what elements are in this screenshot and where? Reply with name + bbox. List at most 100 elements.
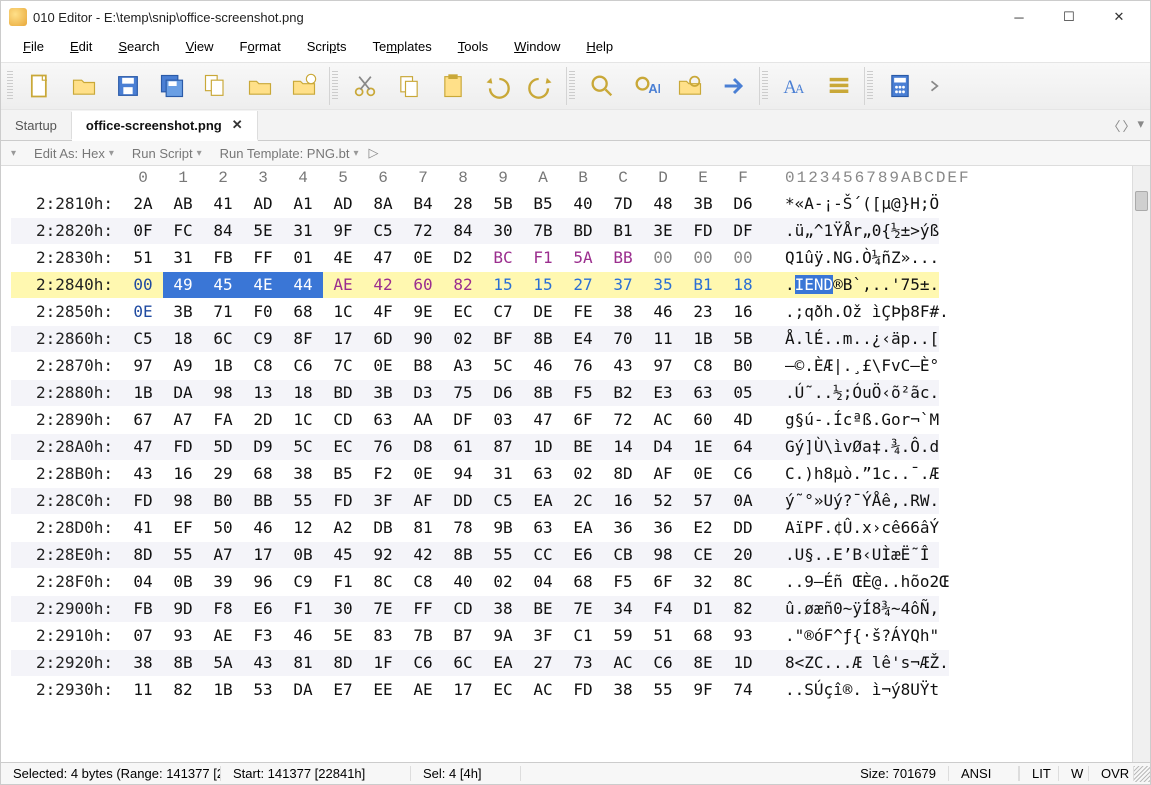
byte-cell[interactable]: 17 bbox=[443, 677, 483, 703]
byte-cell[interactable]: 8B bbox=[443, 542, 483, 568]
ascii-cell[interactable]: C.)h8µò.”1c..¯.Æ bbox=[763, 461, 939, 487]
byte-cell[interactable]: E3 bbox=[643, 380, 683, 406]
byte-cell[interactable]: 11 bbox=[643, 326, 683, 352]
byte-cell[interactable]: 68 bbox=[563, 569, 603, 595]
byte-cell[interactable]: A9 bbox=[163, 353, 203, 379]
paste-button[interactable] bbox=[434, 67, 472, 105]
byte-cell[interactable]: C5 bbox=[363, 218, 403, 244]
hex-row[interactable]: 2:2850h:0E3B71F0681C4F9EECC7DEFE38462316… bbox=[1, 298, 1132, 325]
byte-cell[interactable]: 27 bbox=[523, 650, 563, 676]
ascii-cell[interactable]: g§ú-.Ícªß.Gor¬`M bbox=[763, 407, 939, 433]
byte-cell[interactable]: FD bbox=[163, 434, 203, 460]
toggle-addresses-button[interactable] bbox=[820, 67, 858, 105]
byte-cell[interactable]: 1D bbox=[723, 650, 763, 676]
byte-cell[interactable]: BF bbox=[483, 326, 523, 352]
ascii-cell[interactable]: 8<ZC...Æ lê's¬ÆŽ. bbox=[763, 650, 949, 676]
byte-cell[interactable]: 31 bbox=[163, 245, 203, 271]
byte-cell[interactable]: 60 bbox=[403, 272, 443, 298]
byte-cell[interactable]: E7 bbox=[323, 677, 363, 703]
byte-cell[interactable]: DB bbox=[363, 515, 403, 541]
hex-row[interactable]: 2:2900h:FB9DF8E6F1307EFFCD38BE7E34F4D182… bbox=[1, 595, 1132, 622]
byte-cell[interactable]: A7 bbox=[203, 542, 243, 568]
byte-cell[interactable]: 1B bbox=[203, 677, 243, 703]
byte-cell[interactable]: FB bbox=[123, 596, 163, 622]
byte-cell[interactable]: 63 bbox=[523, 461, 563, 487]
status-encoding[interactable]: ANSI bbox=[949, 766, 1019, 781]
byte-cell[interactable]: BD bbox=[563, 218, 603, 244]
byte-cell[interactable]: 18 bbox=[283, 380, 323, 406]
byte-cell[interactable]: AB bbox=[163, 191, 203, 217]
byte-cell[interactable]: 5E bbox=[243, 218, 283, 244]
byte-cell[interactable]: 13 bbox=[243, 380, 283, 406]
byte-cell[interactable]: 6F bbox=[563, 407, 603, 433]
byte-cell[interactable]: B1 bbox=[603, 218, 643, 244]
byte-cell[interactable]: BE bbox=[563, 434, 603, 460]
hex-row[interactable]: 2:2840h:0049454E44AE4260821515273735B118… bbox=[1, 271, 1132, 298]
resize-grip[interactable] bbox=[1134, 766, 1150, 782]
byte-cell[interactable]: 31 bbox=[483, 461, 523, 487]
byte-cell[interactable]: DA bbox=[283, 677, 323, 703]
byte-cell[interactable]: 55 bbox=[283, 488, 323, 514]
byte-cell[interactable]: 7B bbox=[403, 623, 443, 649]
byte-cell[interactable]: 44 bbox=[283, 272, 323, 298]
byte-cell[interactable]: 90 bbox=[403, 326, 443, 352]
byte-cell[interactable]: B5 bbox=[323, 461, 363, 487]
status-w[interactable]: W bbox=[1059, 766, 1089, 781]
byte-cell[interactable]: C8 bbox=[243, 353, 283, 379]
byte-cell[interactable]: 3B bbox=[163, 299, 203, 325]
hex-row[interactable]: 2:28E0h:8D55A7170B4592428B55CCE6CB98CE20… bbox=[1, 541, 1132, 568]
ascii-cell[interactable]: ."®óF^ƒ{·š?ÁYQh" bbox=[763, 623, 939, 649]
byte-cell[interactable]: C5 bbox=[123, 326, 163, 352]
byte-cell[interactable]: BB bbox=[603, 245, 643, 271]
byte-cell[interactable]: FA bbox=[203, 407, 243, 433]
ascii-cell[interactable]: —©.ÈÆ|.¸£\FvC—È° bbox=[763, 353, 939, 379]
byte-cell[interactable]: 00 bbox=[723, 245, 763, 271]
byte-cell[interactable]: AC bbox=[603, 650, 643, 676]
byte-cell[interactable]: 02 bbox=[483, 569, 523, 595]
byte-cell[interactable]: 3F bbox=[363, 488, 403, 514]
byte-cell[interactable]: 38 bbox=[603, 299, 643, 325]
vertical-scrollbar[interactable] bbox=[1132, 166, 1150, 762]
byte-cell[interactable]: 31 bbox=[283, 218, 323, 244]
byte-cell[interactable]: B0 bbox=[203, 488, 243, 514]
byte-cell[interactable]: 50 bbox=[203, 515, 243, 541]
byte-cell[interactable]: 6C bbox=[443, 650, 483, 676]
byte-cell[interactable]: 37 bbox=[603, 272, 643, 298]
byte-cell[interactable]: 55 bbox=[163, 542, 203, 568]
byte-cell[interactable]: 52 bbox=[643, 488, 683, 514]
byte-cell[interactable]: FD bbox=[683, 218, 723, 244]
byte-cell[interactable]: FB bbox=[203, 245, 243, 271]
byte-cell[interactable]: 0E bbox=[403, 461, 443, 487]
hex-row[interactable]: 2:2820h:0FFC845E319FC57284307BBDB13EFDDF… bbox=[1, 217, 1132, 244]
byte-cell[interactable]: B2 bbox=[603, 380, 643, 406]
byte-cell[interactable]: 8B bbox=[163, 650, 203, 676]
copy-button[interactable] bbox=[390, 67, 428, 105]
byte-cell[interactable]: 16 bbox=[723, 299, 763, 325]
byte-cell[interactable]: FE bbox=[563, 299, 603, 325]
byte-cell[interactable]: 12 bbox=[283, 515, 323, 541]
byte-cell[interactable]: F1 bbox=[283, 596, 323, 622]
byte-cell[interactable]: 47 bbox=[523, 407, 563, 433]
byte-cell[interactable]: AA bbox=[403, 407, 443, 433]
byte-cell[interactable]: 78 bbox=[443, 515, 483, 541]
hex-row[interactable]: 2:28A0h:47FD5DD95CEC76D861871DBE14D41E64… bbox=[1, 433, 1132, 460]
byte-cell[interactable]: EC bbox=[323, 434, 363, 460]
byte-cell[interactable]: 6F bbox=[643, 569, 683, 595]
byte-cell[interactable]: 05 bbox=[723, 380, 763, 406]
byte-cell[interactable]: 38 bbox=[483, 596, 523, 622]
byte-cell[interactable]: CC bbox=[523, 542, 563, 568]
byte-cell[interactable]: 00 bbox=[123, 272, 163, 298]
byte-cell[interactable]: 98 bbox=[203, 380, 243, 406]
redo-button[interactable] bbox=[522, 67, 560, 105]
byte-cell[interactable]: A3 bbox=[443, 353, 483, 379]
byte-cell[interactable]: 97 bbox=[643, 353, 683, 379]
byte-cell[interactable]: B0 bbox=[723, 353, 763, 379]
byte-cell[interactable]: 29 bbox=[203, 461, 243, 487]
minimize-button[interactable]: ─ bbox=[996, 5, 1042, 29]
byte-cell[interactable]: 64 bbox=[723, 434, 763, 460]
byte-cell[interactable]: F4 bbox=[643, 596, 683, 622]
byte-cell[interactable]: C6 bbox=[723, 461, 763, 487]
ascii-cell[interactable]: .;qðh.Ož ìÇÞþ8F#. bbox=[763, 299, 949, 325]
byte-cell[interactable]: C8 bbox=[683, 353, 723, 379]
ascii-cell[interactable]: .Ú˜..½;ÓuÖ‹õ²ãc. bbox=[763, 380, 939, 406]
